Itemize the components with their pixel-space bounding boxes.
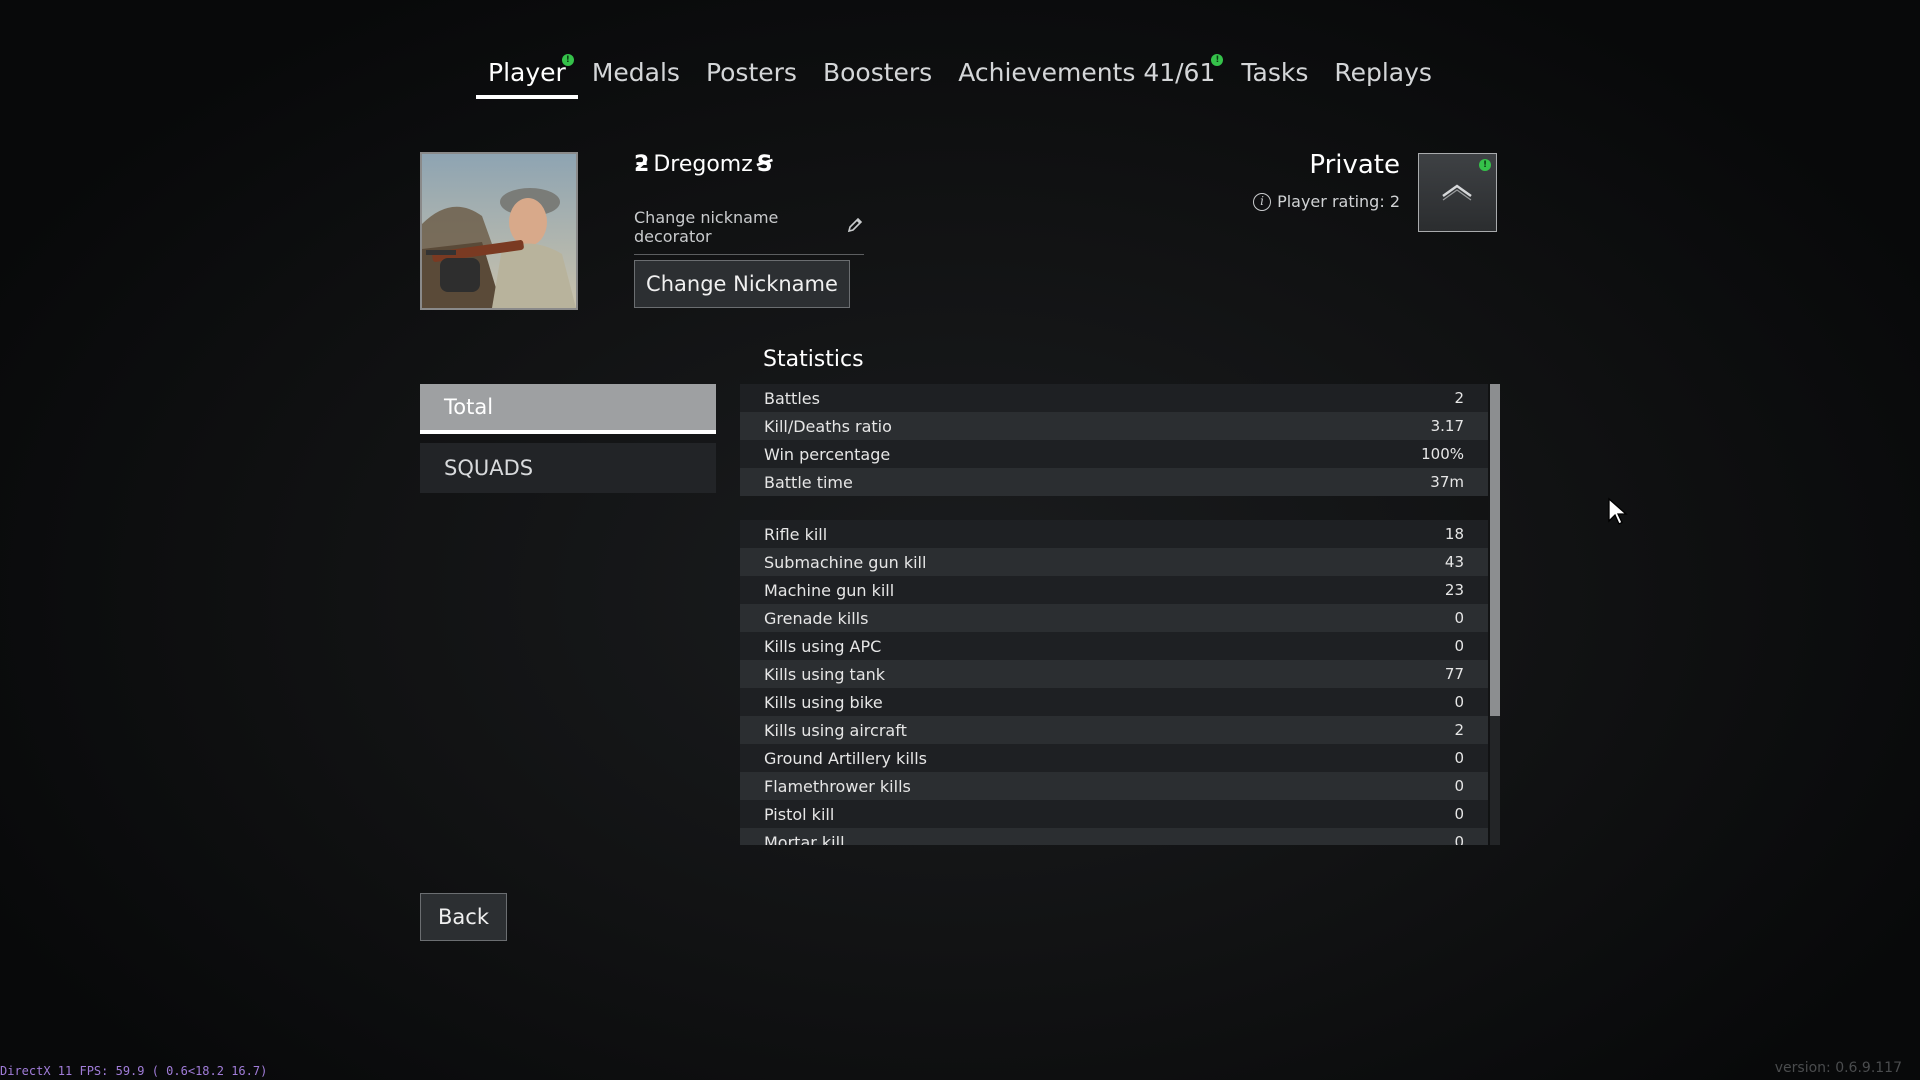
stat-row: Battle time 37m xyxy=(740,468,1488,496)
stat-label: Ground Artillery kills xyxy=(764,748,927,768)
stat-row: Kills using APC 0 xyxy=(740,632,1488,660)
player-rating[interactable]: i Player rating: 2 xyxy=(1253,192,1400,211)
tab-achievements[interactable]: Achievements 41/61! xyxy=(946,52,1227,99)
tab-label: Player xyxy=(488,58,566,87)
rank-title: Private xyxy=(1309,150,1400,180)
player-rating-label: Player rating: 2 xyxy=(1277,192,1400,211)
stat-row: Pistol kill 0 xyxy=(740,800,1488,828)
stat-row: Kill/Deaths ratio 3.17 xyxy=(740,412,1488,440)
tab-boosters[interactable]: Boosters xyxy=(811,52,944,99)
stat-value: 100% xyxy=(1421,445,1464,463)
change-nickname-decorator-link[interactable]: Change nickname decorator xyxy=(634,208,864,255)
stat-label: Flamethrower kills xyxy=(764,776,911,796)
nickname-decorator-right: Ꞩ xyxy=(756,152,773,177)
version-label: version: 0.6.9.117 xyxy=(1774,1060,1902,1076)
tab-label: Posters xyxy=(705,58,797,87)
stat-value: 0 xyxy=(1454,693,1464,711)
statistics-table: Battles 2 Kill/Deaths ratio 3.17 Win percent… xyxy=(740,384,1500,845)
stat-label: Mortar kill xyxy=(764,832,845,846)
side-tab-squads[interactable]: SQUADS xyxy=(420,443,716,493)
pencil-icon xyxy=(846,216,864,238)
tab-label: Achievements 41/61 xyxy=(958,58,1216,87)
stat-value: 0 xyxy=(1454,609,1464,627)
stat-label: Kills using bike xyxy=(764,692,883,712)
tab-medals[interactable]: Medals xyxy=(580,52,692,99)
stat-value: 2 xyxy=(1454,389,1464,407)
stat-value: 0 xyxy=(1454,749,1464,767)
stat-value: 2 xyxy=(1454,721,1464,739)
stat-row: Kills using tank 77 xyxy=(740,660,1488,688)
stat-value: 43 xyxy=(1444,553,1464,571)
stat-row: Rifle kill 18 xyxy=(740,520,1488,548)
player-profile-screen: Player! Medals Posters Boosters Achievements… xyxy=(0,0,1920,1080)
stat-row: Grenade kills 0 xyxy=(740,604,1488,632)
stat-row: Kills using aircraft 2 xyxy=(740,716,1488,744)
stat-label: Kills using tank xyxy=(764,664,886,684)
stat-value: 3.17 xyxy=(1430,417,1464,435)
tab-label: Tasks xyxy=(1241,58,1309,87)
stat-label: Battle time xyxy=(764,472,853,492)
stat-row: Machine gun kill 23 xyxy=(740,576,1488,604)
fps-counter: DirectX 11 FPS: 59.9 ( 0.6<18.2 16.7) xyxy=(0,1064,268,1078)
nickname-decorator-left: ƻ xyxy=(634,152,650,177)
stat-label: Machine gun kill xyxy=(764,580,895,600)
change-nickname-button[interactable]: Change Nickname xyxy=(634,260,850,308)
stat-row: Mortar kill 0 xyxy=(740,828,1488,845)
mouse-cursor-icon xyxy=(1607,497,1629,531)
rank-badge-button[interactable]: ! xyxy=(1418,153,1497,232)
statistics-title: Statistics xyxy=(763,347,864,372)
stat-row: Win percentage 100% xyxy=(740,440,1488,468)
stat-label: Submachine gun kill xyxy=(764,552,927,572)
tab-label: Replays xyxy=(1334,58,1432,87)
stat-label: Battles xyxy=(764,388,820,408)
tab-replays[interactable]: Replays xyxy=(1322,52,1444,99)
nickname-text: Dregomz xyxy=(653,152,753,177)
back-button[interactable]: Back xyxy=(420,893,507,941)
notification-dot-icon: ! xyxy=(1479,159,1491,171)
tab-tasks[interactable]: Tasks xyxy=(1229,52,1320,99)
stat-row: Battles 2 xyxy=(740,384,1488,412)
stat-row: Kills using bike 0 xyxy=(740,688,1488,716)
tab-player[interactable]: Player! xyxy=(476,52,578,99)
stat-value: 0 xyxy=(1454,777,1464,795)
stat-label: Grenade kills xyxy=(764,608,869,628)
stat-label: Kills using aircraft xyxy=(764,720,907,740)
top-tab-bar: Player! Medals Posters Boosters Achievements… xyxy=(0,52,1920,99)
nickname-display: ƻ Dregomz Ꞩ xyxy=(634,152,773,177)
stat-value: 0 xyxy=(1454,637,1464,655)
stat-value: 37m xyxy=(1430,473,1464,491)
stat-value: 77 xyxy=(1444,665,1464,683)
tab-label: Medals xyxy=(591,58,680,87)
info-icon: i xyxy=(1253,192,1272,211)
tab-label: Boosters xyxy=(822,58,933,87)
stat-value: 23 xyxy=(1444,581,1464,599)
stat-label: Rifle kill xyxy=(764,524,828,544)
stat-value: 0 xyxy=(1454,805,1464,823)
stat-label: Pistol kill xyxy=(764,804,835,824)
stat-label: Kills using APC xyxy=(764,636,882,656)
notification-dot-icon: ! xyxy=(561,54,574,66)
statistics-scrollbar[interactable] xyxy=(1490,384,1500,845)
stat-value: 0 xyxy=(1454,833,1464,845)
stat-label: Win percentage xyxy=(764,444,891,464)
stat-value: 18 xyxy=(1444,525,1464,543)
stat-row: Flamethrower kills 0 xyxy=(740,772,1488,800)
player-avatar xyxy=(420,152,578,310)
notification-dot-icon: ! xyxy=(1211,54,1224,66)
stat-row: Ground Artillery kills 0 xyxy=(740,744,1488,772)
stat-row: Submachine gun kill 43 xyxy=(740,548,1488,576)
side-tab-total[interactable]: Total xyxy=(420,384,716,434)
tab-posters[interactable]: Posters xyxy=(694,52,809,99)
change-decorator-label: Change nickname decorator xyxy=(634,208,779,246)
scrollbar-thumb[interactable] xyxy=(1490,384,1500,716)
stat-label: Kill/Deaths ratio xyxy=(764,416,892,436)
